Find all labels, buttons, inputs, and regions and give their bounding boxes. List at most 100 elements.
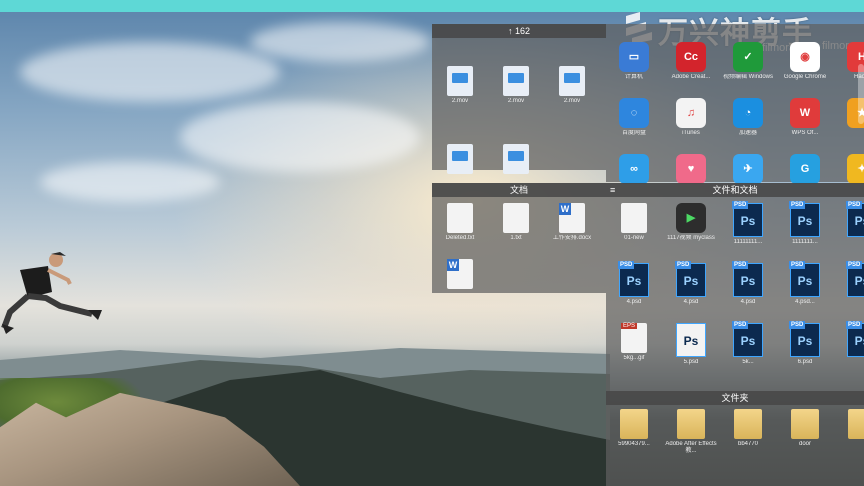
video-file-icon: [447, 66, 473, 96]
psd-tag: PSD: [732, 261, 749, 269]
desktop-icon-label: [836, 130, 864, 144]
desktop-icon[interactable]: ♫ iTunes: [665, 98, 717, 144]
desktop-icon[interactable]: PSD Ps 5k...: [722, 321, 774, 373]
desktop-icon-label: [836, 441, 864, 455]
desktop-icon[interactable]: PSD Ps 4.psd: [665, 261, 717, 313]
ps-glyph: Ps: [626, 274, 642, 288]
word-file-icon: [447, 259, 473, 289]
psd-file-icon: PSD Ps: [732, 321, 763, 357]
desktop-icon-label: 加速器: [738, 130, 757, 136]
cloud: [180, 102, 420, 172]
desktop-icon[interactable]: PSD Ps 1111111...: [779, 201, 831, 253]
ps-glyph: Ps: [683, 274, 699, 288]
desktop-icon[interactable]: 2.mov: [546, 66, 598, 112]
desktop-icon[interactable]: 1.txt: [490, 203, 542, 249]
psd-tag: PSD: [732, 201, 749, 209]
ps-glyph: Ps: [797, 214, 813, 228]
desktop-icon[interactable]: Deleted.txt: [434, 203, 486, 249]
fence-body: Deleted.txt 1.txt 工作安排.docx: [432, 197, 606, 293]
wps-icon: W: [790, 98, 820, 128]
desktop-icon[interactable]: PSD Ps 4.psd: [722, 261, 774, 313]
ps-glyph: Ps: [854, 214, 864, 228]
desktop-icon[interactable]: ◔ 加速器: [722, 98, 774, 144]
ps-glyph: Ps: [797, 334, 813, 348]
desktop-icon[interactable]: PSD Ps 11111111...: [722, 201, 774, 253]
editor-icon: ✓: [733, 42, 763, 72]
desktop-icon[interactable]: ▶ 1117视频 myclass: [665, 203, 717, 249]
ps-glyph: Ps: [740, 214, 756, 228]
video-file-icon: [503, 66, 529, 96]
app-icon: G: [790, 154, 820, 184]
desktop-icon-label: 5k...: [742, 359, 754, 365]
word-file-icon: [559, 203, 585, 233]
desktop-icon[interactable]: 59904379...: [608, 409, 660, 455]
desktop-icon-label: 4.psd: [626, 299, 642, 305]
netdisk-icon: ◌: [619, 98, 649, 128]
fence-folders[interactable]: 文件夹 59904379... Adobe After Effects 教... b…: [606, 391, 864, 486]
desktop-icon[interactable]: PSD Ps 4.psd: [608, 261, 660, 313]
desktop-icon-label: [836, 299, 864, 313]
fence-header[interactable]: ≡ 文件和文档: [606, 183, 864, 197]
psd-file-icon: PSD Ps: [846, 261, 864, 297]
menu-icon[interactable]: ≡: [610, 183, 615, 197]
desktop-icon[interactable]: door: [779, 409, 831, 455]
desktop-icon[interactable]: W WPS Of...: [779, 98, 831, 144]
desktop-icon[interactable]: EPS 5kg...gif: [608, 323, 660, 369]
blank-file-icon: [447, 203, 473, 233]
desktop-icon-label: 59904379...: [618, 441, 650, 447]
desktop-icon-label: 6.psd: [797, 359, 813, 365]
video-file-icon: [447, 144, 473, 174]
fence-body: ▭ 计算机 Cc Adobe Creat... ✓ 视频编辑 Windows ◉ Google…: [606, 24, 864, 184]
desktop-icon[interactable]: 工作安排.docx: [546, 203, 598, 249]
desktop-icon[interactable]: bb4770: [722, 409, 774, 455]
desktop-icon[interactable]: Adobe After Effects 教...: [665, 409, 717, 455]
desktop-icon[interactable]: Cc Adobe Creat...: [665, 42, 717, 88]
desktop-icon[interactable]: [434, 259, 486, 305]
app-icon: ∞: [619, 154, 649, 184]
video-app-icon: ▶: [676, 203, 706, 233]
desktop-icon[interactable]: PSD Ps 6.psd: [779, 321, 831, 373]
desktop-icon[interactable]: 2.mov: [490, 66, 542, 112]
psd-tag: PSD: [846, 321, 863, 329]
ps-glyph: Ps: [854, 334, 864, 348]
desktop-icon-label: iTunes: [682, 130, 700, 136]
fence-header[interactable]: 文档: [432, 183, 606, 197]
desktop-icon[interactable]: ◉ Google Chrome: [779, 42, 831, 88]
itunes-icon: ♫: [676, 98, 706, 128]
psd-tag: PSD: [846, 261, 863, 269]
fence-videos[interactable]: ↑ 162 2.mov 2.mov 2.mov: [432, 24, 606, 174]
fence-apps[interactable]: ▭ 计算机 Cc Adobe Creat... ✓ 视频编辑 Windows ◉ Google…: [606, 24, 864, 184]
desktop-icon[interactable]: [836, 409, 864, 455]
psd-file-icon: PSD Ps: [846, 201, 864, 237]
ps-glyph: Ps: [683, 334, 699, 348]
desktop-icon-label: 1.txt: [510, 235, 522, 241]
desktop-icon-label: [434, 291, 486, 305]
desktop-icon[interactable]: PSD Ps: [836, 261, 864, 313]
fence-header[interactable]: 文件夹: [606, 391, 864, 405]
desktop-icon[interactable]: ✓ 视频编辑 Windows: [722, 42, 774, 88]
desktop-icon-label: 1111111...: [792, 239, 818, 245]
eps-file-icon: EPS: [621, 323, 647, 353]
psd-file-icon: Ps: [676, 323, 706, 357]
desktop-icon[interactable]: ◌ 百度网盘: [608, 98, 660, 144]
fence-title: 文件和文档: [712, 185, 758, 195]
desktop-icon[interactable]: 01-new: [608, 203, 660, 249]
desktop-icon[interactable]: PSD Ps 4.psd...: [779, 261, 831, 313]
desktop-icon[interactable]: 2.mov: [434, 66, 486, 112]
psd-tag: PSD: [789, 321, 806, 329]
fence-files-documents[interactable]: ≡ 文件和文档 01-new ▶ 1117视频 myclass PSD Ps 111111…: [606, 183, 864, 391]
folder-icon: [791, 409, 819, 439]
scrollbar[interactable]: [858, 64, 864, 124]
desktop-icon[interactable]: ▭ 计算机: [608, 42, 660, 88]
desktop-icon-label: Adobe Creat...: [671, 74, 711, 80]
ps-glyph: Ps: [740, 334, 756, 348]
fence-header[interactable]: ↑ 162: [432, 24, 606, 38]
desktop-icon[interactable]: PSD Ps: [836, 201, 864, 253]
desktop-icon-label: 2.mov: [451, 98, 469, 104]
desktop-icon-label: 4.psd: [740, 299, 756, 305]
desktop-icon-label: WPS Of...: [791, 130, 819, 136]
desktop-icon[interactable]: Ps 5.psd: [665, 323, 717, 373]
desktop-icon[interactable]: PSD Ps: [836, 321, 864, 373]
fence-documents[interactable]: 文档 Deleted.txt 1.txt 工作安排.docx: [432, 183, 606, 293]
psd-file-icon: PSD Ps: [789, 201, 820, 237]
